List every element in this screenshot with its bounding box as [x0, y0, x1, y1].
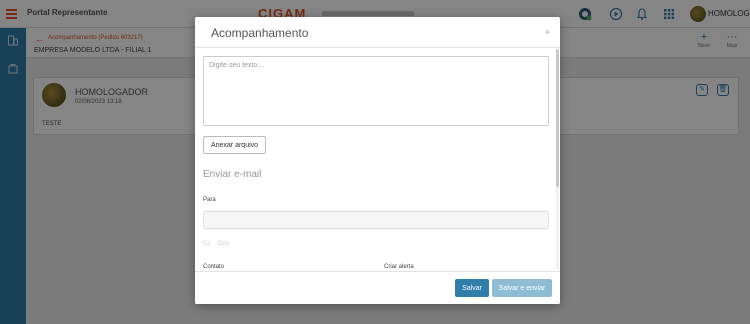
modal-footer: Salvar Salvar e enviar — [195, 271, 560, 304]
modal-header: Acompanhamento × — [195, 17, 560, 48]
message-textarea[interactable] — [203, 56, 549, 126]
close-icon[interactable]: × — [545, 27, 550, 37]
save-and-send-button[interactable]: Salvar e enviar — [492, 279, 552, 297]
modal-body: Anexar arquivo Enviar e-mail Para Cc Cco… — [195, 49, 560, 270]
save-button[interactable]: Salvar — [455, 279, 489, 297]
to-label: Para — [203, 197, 216, 203]
to-input[interactable] — [203, 211, 549, 229]
modal-title: Acompanhamento — [211, 26, 309, 40]
attach-file-button[interactable]: Anexar arquivo — [203, 136, 266, 154]
contact-label: Contato — [203, 264, 225, 270]
cc-links: Cc Cco — [203, 241, 235, 247]
cco-link[interactable]: Cco — [218, 241, 229, 247]
scrollbar-thumb[interactable] — [556, 49, 559, 187]
email-section-title: Enviar e-mail — [203, 169, 262, 180]
cc-link[interactable]: Cc — [203, 241, 210, 247]
create-alert-label: Criar alerta — [384, 264, 414, 270]
followup-modal: Acompanhamento × Anexar arquivo Enviar e… — [195, 17, 560, 304]
modal-scrollbar[interactable] — [556, 49, 559, 270]
